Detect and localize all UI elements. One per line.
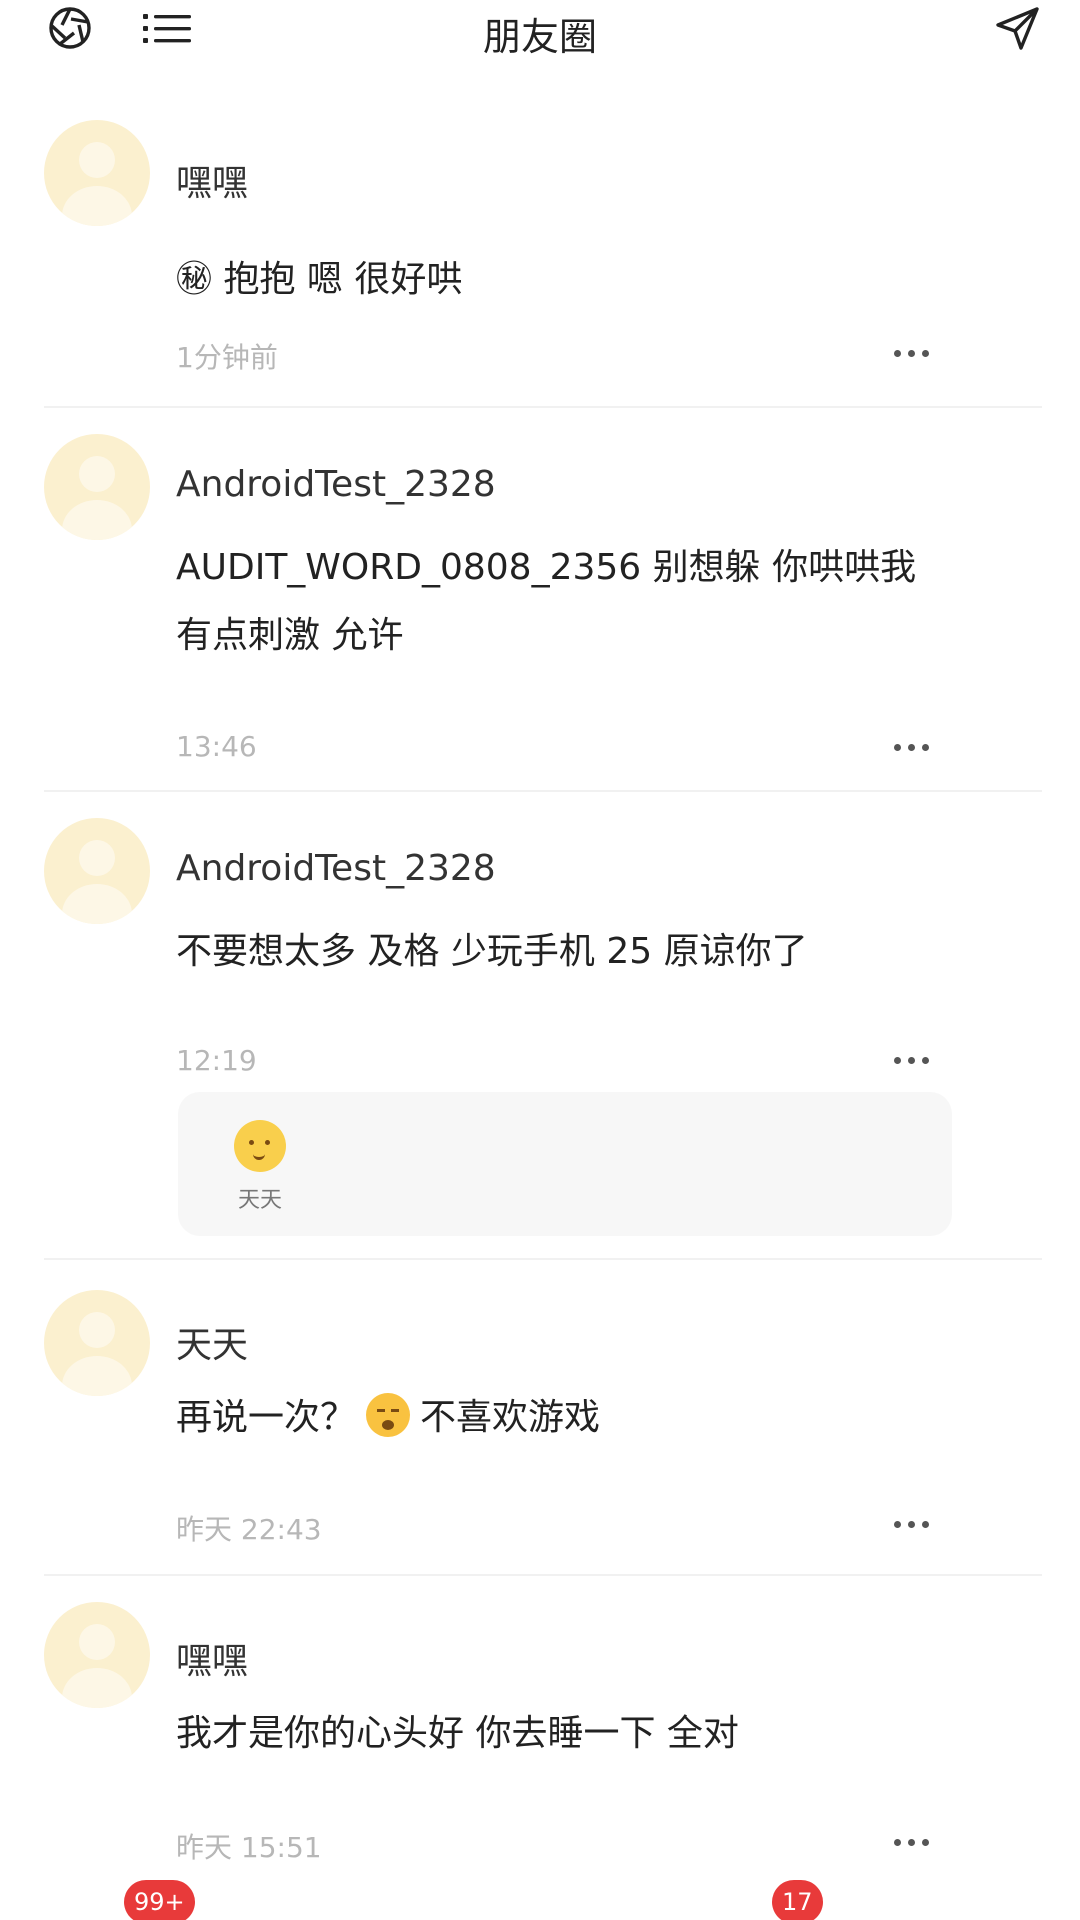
post-item[interactable]: 天天 再说一次？ 不喜欢游戏 昨天 22:43 [44,1260,1042,1576]
post-time: 12:19 [176,1044,257,1077]
post-time: 13:46 [176,730,257,763]
post-content: 再说一次？ 不喜欢游戏 [176,1384,956,1452]
avatar[interactable] [44,120,150,226]
avatar[interactable] [44,1602,150,1708]
more-options-icon[interactable] [894,347,930,359]
post-author-name[interactable]: 嘿嘿 [176,1632,248,1684]
post-time: 昨天 15:51 [176,1831,322,1864]
more-options-icon[interactable] [894,1054,930,1066]
post-author-name[interactable]: AndroidTest_2328 [176,464,496,505]
post-author-name[interactable]: AndroidTest_2328 [176,848,496,889]
avatar[interactable] [44,434,150,540]
avatar[interactable] [44,818,150,924]
more-options-icon[interactable] [894,1836,930,1848]
post-item[interactable]: 嘿嘿 我才是你的心头好 你去睡一下 全对 昨天 15:51 [44,1576,1042,1916]
post-content-line: AUDIT_WORD_0808_2356 别想躲 你哄哄我 [176,547,917,588]
send-icon[interactable] [990,0,1046,56]
post-item[interactable]: AndroidTest_2328 不要想太多 及格 少玩手机 25 原谅你了 1… [44,792,1042,1260]
notification-badge[interactable]: 99+ [124,1880,195,1920]
moments-feed: 嘿嘿 ㊙ 抱抱 嗯 很好哄 1分钟前 AndroidTest_2328 AUDI… [0,66,1080,1916]
post-author-name[interactable]: 嘿嘿 [176,154,248,206]
post-content-text: 再说一次？ [176,1397,357,1438]
yawning-face-emoji-icon [366,1393,411,1437]
post-time: 1分钟前 [176,341,278,374]
more-options-icon[interactable] [894,741,930,753]
post-content-line: 有点刺激 允许 [176,615,404,656]
avatar[interactable] [44,1290,150,1396]
like-user-name[interactable]: 天天 [234,1182,286,1214]
post-content: ㊙ 抱抱 嗯 很好哄 [176,259,463,300]
top-bar: 朋友圈 [0,0,1080,66]
post-content: AUDIT_WORD_0808_2356 别想躲 你哄哄我 有点刺激 允许 [176,534,956,670]
bottom-nav: 99+ 17 [0,1880,1080,1920]
post-content: 不要想太多 及格 少玩手机 25 原谅你了 [176,931,808,972]
post-time: 昨天 22:43 [176,1513,322,1546]
notification-badge[interactable]: 17 [772,1880,823,1920]
post-author-name[interactable]: 天天 [176,1316,248,1368]
more-options-icon[interactable] [894,1518,930,1530]
like-avatar[interactable] [234,1120,286,1172]
post-content-text: 不喜欢游戏 [420,1397,601,1438]
post-content: 我才是你的心头好 你去睡一下 全对 [176,1713,739,1754]
likes-panel: 天天 [178,1092,952,1236]
post-item[interactable]: 嘿嘿 ㊙ 抱抱 嗯 很好哄 1分钟前 [44,66,1042,408]
post-item[interactable]: AndroidTest_2328 AUDIT_WORD_0808_2356 别想… [44,408,1042,792]
page-title: 朋友圈 [482,15,597,59]
